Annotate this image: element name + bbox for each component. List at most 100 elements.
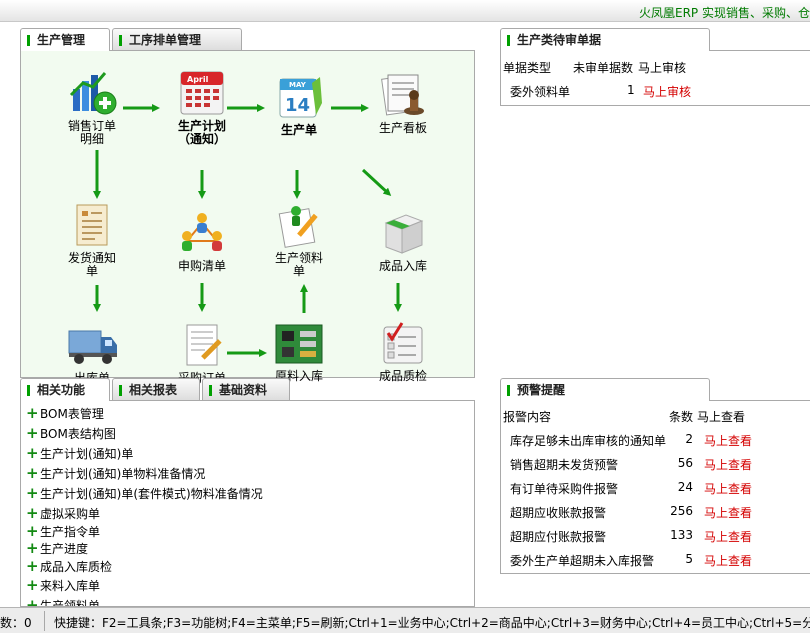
alerts-table: 报警内容 条数 马上查看 库存足够未出库审核的通知单 2 马上查看 销售超期未发… (500, 400, 810, 574)
node-outbound[interactable]: 出库单 (52, 321, 132, 385)
node-purchase-requisition-label: 申购清单 (177, 259, 226, 273)
node-quality-check[interactable]: 成品质检 (363, 319, 443, 383)
plus-icon: + (26, 424, 39, 442)
function-item-label: 生产计划(通知)单 (40, 447, 134, 461)
calendar-may-icon: MAY 14 (279, 77, 322, 118)
function-item[interactable]: +BOM表结构图 (26, 425, 116, 442)
alert-view-link[interactable]: 马上查看 (704, 504, 752, 521)
node-production-board[interactable]: 生产看板 (363, 71, 443, 135)
pending-row-approve-link[interactable]: 马上审核 (643, 83, 691, 100)
pending-table: 单据类型 未审单据数 马上审核 委外领料单 1 马上审核 (500, 50, 810, 106)
function-item[interactable]: +生产领料单 (26, 597, 100, 607)
plus-icon: + (26, 539, 39, 557)
function-item[interactable]: +生产计划(通知)单物料准备情况 (26, 465, 205, 482)
function-item[interactable]: +生产计划(通知)单 (26, 445, 133, 462)
related-functions-panel: 相关功能 相关报表 基础资料 +BOM表管理 +BOM表结构图 +生产计划(通知… (20, 378, 475, 607)
truck-icon (68, 330, 117, 364)
function-item-label: 生产领料单 (40, 599, 101, 607)
alerts-panel: 预警提醒 报警内容 条数 马上查看 库存足够未出库审核的通知单 2 马上查看 销… (500, 378, 810, 575)
node-sales-order-detail[interactable]: 销售订单明细 (52, 69, 132, 146)
tab-pending-approvals[interactable]: 生产类待审单据 (500, 28, 710, 51)
alerts-header-count: 条数 (669, 410, 694, 424)
alert-count: 24 (677, 480, 693, 494)
alert-content: 委外生产单超期未入库报警 (510, 554, 655, 568)
node-production-order-label: 生产单 (280, 123, 317, 137)
alert-count: 5 (685, 552, 693, 566)
plus-icon: + (26, 522, 39, 540)
pending-row-count: 1 (627, 83, 635, 97)
function-item-label: 虚拟采购单 (40, 507, 101, 521)
function-item[interactable]: +生产指令单 (26, 523, 100, 540)
pending-header-type: 单据类型 (503, 61, 552, 75)
plus-icon: + (26, 596, 39, 607)
function-item[interactable]: +生产计划(通知)单(套件模式)物料准备情况 (26, 485, 263, 502)
alert-view-link[interactable]: 马上查看 (704, 528, 752, 545)
node-production-plan-label: 生产计划 (177, 119, 226, 133)
production-panel: 生产管理 工序排单管理 销售订单明细 April 生产计划 （通知） MAY 1… (20, 28, 475, 385)
alert-count: 256 (670, 504, 693, 518)
tab-basic-data[interactable]: 基础资料 (202, 378, 290, 401)
node-delivery-notice-label: 发货通知单 (67, 251, 116, 278)
plus-icon: + (26, 404, 39, 422)
alerts-header-action: 马上查看 (697, 410, 746, 424)
alert-view-link[interactable]: 马上查看 (704, 432, 752, 449)
tab-process-scheduling[interactable]: 工序排单管理 (112, 28, 242, 51)
plus-icon: + (26, 576, 39, 594)
function-item[interactable]: +成品入库质检 (26, 558, 112, 575)
calendar-april-icon: April (180, 71, 224, 115)
node-raw-material-in[interactable]: 原料入库 (259, 319, 339, 383)
arrow-order-to-finished (361, 168, 392, 197)
function-item-label: 生产计划(通知)单物料准备情况 (40, 467, 206, 481)
calendar-month-text: April (187, 75, 209, 84)
node-purchase-requisition[interactable]: 申购清单 (162, 209, 242, 273)
function-item-label: 生产指令单 (40, 525, 101, 539)
alert-content: 库存足够未出库审核的通知单 (510, 434, 667, 448)
alert-view-link[interactable]: 马上查看 (704, 552, 752, 569)
function-item[interactable]: +生产进度 (26, 540, 88, 557)
form-pencil-icon (278, 206, 318, 248)
checklist-icon (383, 322, 423, 364)
documents-stamp-icon (381, 74, 424, 116)
plus-icon: + (26, 557, 39, 575)
alert-view-link[interactable]: 马上查看 (704, 480, 752, 497)
top-banner: 火凤凰ERP 实现销售、采购、仓 (0, 0, 810, 22)
banner-slogan: 火凤凰ERP 实现销售、采购、仓 (639, 6, 810, 20)
function-item-label: 生产进度 (40, 542, 89, 556)
pending-header-count: 未审单据数 (573, 61, 634, 75)
circuit-board-icon (275, 324, 323, 364)
people-network-icon (182, 213, 222, 251)
tab-production-management[interactable]: 生产管理 (20, 28, 110, 51)
node-purchase-order[interactable]: 采购订单 (162, 321, 242, 385)
calendar-day-text: 14 (285, 95, 310, 116)
status-shortcuts: 快捷键：F2=工具条;F3=功能树;F4=主菜单;F5=刷新;Ctrl+1=业务… (54, 616, 810, 630)
plus-icon: + (26, 504, 39, 522)
notice-document-icon (76, 204, 108, 246)
production-flow: 销售订单明细 April 生产计划 （通知） MAY 14 生产单 生产看板 发… (20, 50, 475, 385)
node-finished-goods-in[interactable]: 成品入库 (363, 209, 443, 273)
alert-view-link[interactable]: 马上查看 (704, 456, 752, 473)
function-item-label: 来料入库单 (40, 579, 101, 593)
alert-count: 2 (685, 432, 693, 446)
function-item-label: 生产计划(通知)单(套件模式)物料准备情况 (40, 487, 263, 501)
node-material-issue[interactable]: 生产领料单 (259, 201, 339, 278)
alerts-header-content: 报警内容 (503, 410, 552, 424)
plus-icon: + (26, 464, 39, 482)
node-production-order[interactable]: MAY 14 生产单 (259, 73, 339, 137)
node-delivery-notice[interactable]: 发货通知单 (52, 201, 132, 278)
function-item[interactable]: +虚拟采购单 (26, 505, 100, 522)
tab-related-functions[interactable]: 相关功能 (20, 378, 110, 401)
function-item[interactable]: +BOM表管理 (26, 405, 104, 422)
calendar-may-text: MAY (289, 81, 307, 89)
pending-row-type: 委外领料单 (510, 85, 571, 99)
node-material-issue-label: 生产领料单 (274, 251, 323, 278)
function-item[interactable]: +来料入库单 (26, 577, 100, 594)
alert-content: 超期应付账款报警 (510, 530, 607, 544)
function-item-label: BOM表结构图 (40, 427, 116, 441)
node-production-plan[interactable]: April 生产计划 （通知） (162, 69, 242, 146)
tab-alerts[interactable]: 预警提醒 (500, 378, 710, 401)
status-count: 数：0 (0, 616, 32, 630)
tab-related-reports[interactable]: 相关报表 (112, 378, 200, 401)
order-form-icon (186, 324, 222, 366)
status-bar: 数：0 快捷键：F2=工具条;F3=功能树;F4=主菜单;F5=刷新;Ctrl+… (0, 607, 810, 633)
function-item-label: 成品入库质检 (40, 560, 113, 574)
